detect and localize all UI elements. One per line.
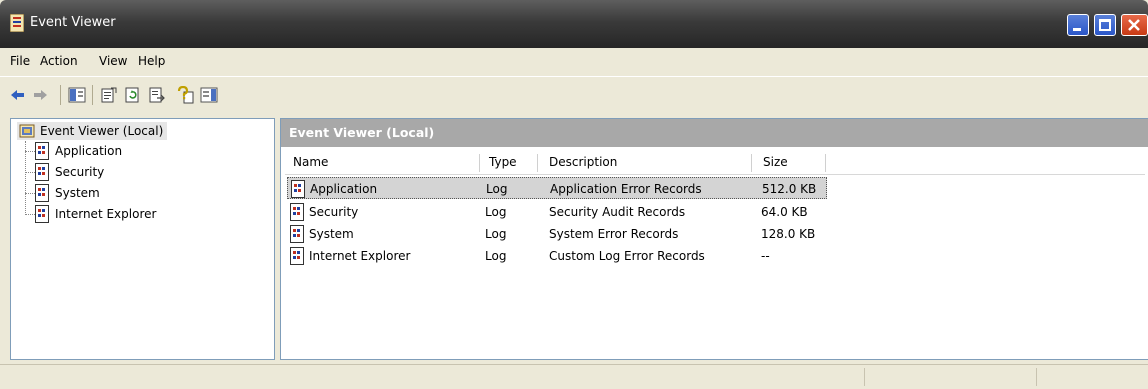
properties-icon[interactable] (100, 86, 118, 104)
window-title: Event Viewer (30, 15, 116, 30)
event-log-icon (35, 184, 49, 202)
minimize-icon (1073, 28, 1081, 31)
event-log-icon (290, 247, 304, 265)
column-separator[interactable] (825, 154, 826, 172)
toolbar-separator (92, 85, 93, 105)
tree-item-label: System (55, 186, 100, 200)
event-viewer-app-icon (10, 14, 24, 32)
cell-size: 64.0 KB (761, 205, 808, 219)
tree-connector (25, 141, 26, 215)
menu-file[interactable]: File (10, 54, 30, 68)
cell-description: Application Error Records (550, 182, 702, 196)
column-header-size[interactable]: Size (763, 155, 788, 169)
event-log-icon (291, 180, 305, 198)
tree-item-internet-explorer[interactable]: Internet Explorer (35, 205, 156, 223)
menu-bar: File Action View Help (0, 48, 1148, 76)
cell-size: -- (761, 249, 770, 263)
show-hide-action-pane-icon[interactable] (200, 86, 218, 104)
close-button[interactable] (1121, 14, 1148, 36)
console-tree: Event Viewer (Local) Application Securit… (10, 118, 275, 360)
details-pane: Event Viewer (Local) Name Type Descripti… (280, 118, 1148, 360)
menu-view[interactable]: View (99, 54, 127, 68)
cell-name: System (309, 227, 354, 241)
cell-name: Application (310, 182, 378, 196)
tree-item-security[interactable]: Security (35, 163, 104, 181)
toolbar-separator (60, 85, 61, 105)
export-list-icon[interactable] (148, 86, 166, 104)
tree-root-event-viewer[interactable]: Event Viewer (Local) (17, 122, 168, 140)
forward-arrow-icon[interactable] (32, 86, 50, 104)
close-icon (1128, 19, 1140, 31)
status-bar-separator (864, 368, 865, 386)
maximize-icon (1099, 19, 1111, 31)
tree-connector (25, 172, 35, 173)
tree-item-system[interactable]: System (35, 184, 100, 202)
cell-name: Security (309, 205, 359, 219)
cell-name: Internet Explorer (309, 249, 411, 263)
column-separator[interactable] (751, 154, 752, 172)
table-row[interactable]: Internet Explorer Log Custom Log Error R… (287, 245, 827, 267)
column-header-row: Name Type Description Size (285, 152, 1145, 175)
column-header-name[interactable]: Name (293, 155, 328, 169)
column-header-type[interactable]: Type (489, 155, 517, 169)
cell-size: 128.0 KB (761, 227, 816, 241)
cell-type: Log (485, 249, 507, 263)
event-log-icon (35, 163, 49, 181)
refresh-icon[interactable] (124, 86, 142, 104)
tree-item-label: Internet Explorer (55, 207, 157, 221)
tree-item-label: Security (55, 165, 105, 179)
column-separator[interactable] (479, 154, 480, 172)
event-log-icon (290, 225, 304, 243)
cell-description: System Error Records (549, 227, 679, 241)
cell-description: Security Audit Records (549, 205, 686, 219)
table-row[interactable]: System Log System Error Records 128.0 KB (287, 223, 827, 245)
column-separator[interactable] (537, 154, 538, 172)
tree-connector (25, 151, 35, 152)
minimize-button[interactable] (1067, 14, 1089, 36)
back-arrow-icon[interactable] (8, 86, 26, 104)
title-bar[interactable]: Event Viewer (0, 0, 1148, 48)
details-pane-title: Event Viewer (Local) (289, 125, 435, 140)
maximize-button[interactable] (1094, 14, 1116, 36)
tree-root-label: Event Viewer (Local) (40, 124, 164, 138)
cell-type: Log (485, 227, 507, 241)
cell-type: Log (485, 205, 507, 219)
tree-connector (25, 193, 35, 194)
show-hide-tree-icon[interactable] (68, 86, 86, 104)
toolbar (0, 76, 1148, 113)
status-bar-separator (1036, 368, 1037, 386)
tree-item-label: Application (55, 144, 123, 158)
cell-size: 512.0 KB (762, 182, 817, 196)
cell-type: Log (486, 182, 508, 196)
cell-description: Custom Log Error Records (549, 249, 705, 263)
computer-management-icon (19, 124, 35, 138)
event-log-icon (290, 203, 304, 221)
column-header-description[interactable]: Description (549, 155, 617, 169)
tree-item-application[interactable]: Application (35, 142, 122, 160)
status-bar (0, 364, 1148, 389)
menu-action[interactable]: Action (40, 54, 78, 68)
tree-connector (25, 214, 35, 215)
details-pane-header: Event Viewer (Local) (281, 119, 1148, 147)
event-log-icon (35, 205, 49, 223)
menu-help[interactable]: Help (138, 54, 165, 68)
table-row[interactable]: Security Log Security Audit Records 64.0… (287, 201, 827, 223)
event-log-icon (35, 142, 49, 160)
help-icon[interactable] (176, 86, 194, 104)
table-row[interactable]: Application Log Application Error Record… (287, 177, 827, 199)
